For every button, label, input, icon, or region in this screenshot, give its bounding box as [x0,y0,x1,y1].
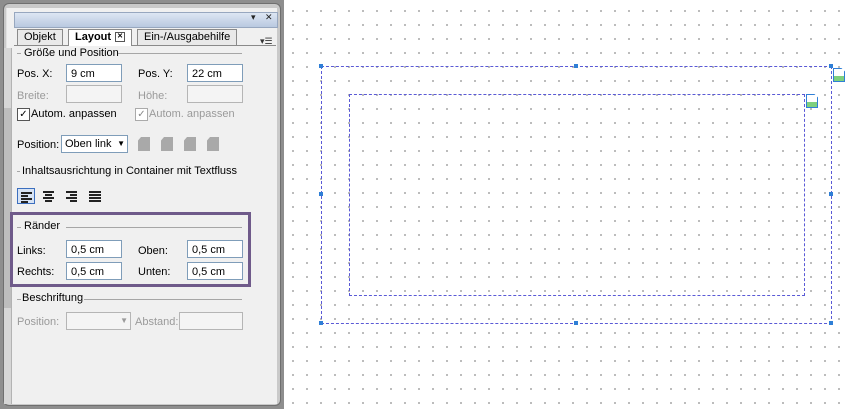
doc-align-bottom-right-icon[interactable] [207,137,219,151]
margins-heading: Ränder [24,220,61,232]
tab-label: Objekt [24,31,56,43]
pos-x-input[interactable]: 9 cm [66,64,122,82]
panel-close-button[interactable]: ✕ [265,12,273,23]
caption-heading: Beschriftung [22,292,84,304]
resize-handle-bottom[interactable] [574,321,578,325]
margin-left-label: Links: [17,245,46,257]
width-label: Breite: [17,90,49,102]
size-position-heading: Größe und Position [24,47,119,59]
doc-align-bottom-left-icon[interactable] [184,137,196,151]
height-input[interactable] [187,85,243,103]
resize-handle-left[interactable] [319,192,323,196]
resize-handle-right[interactable] [829,192,833,196]
tab-objekt[interactable]: Objekt [17,29,63,45]
panel-dropdown-button[interactable]: ▾ [251,12,256,23]
inner-margin-frame [349,94,805,296]
resize-handle-bottom-right[interactable] [829,321,833,325]
section-divider [84,299,242,300]
position-select[interactable]: Oben link ▼ [61,135,128,153]
margin-right-input[interactable]: 0,5 cm [66,262,122,280]
autofit2-label: Autom. anpassen [149,108,235,120]
resize-handle-top-left[interactable] [319,64,323,68]
tab-label: Layout [75,31,112,43]
resize-handle-top[interactable] [574,64,578,68]
pos-x-label: Pos. X: [17,68,53,80]
section-divider [17,53,21,54]
height-label: Höhe: [138,90,168,102]
margin-bottom-input[interactable]: 0,5 cm [187,262,243,280]
pos-y-input[interactable]: 22 cm [187,64,243,82]
align-left-button[interactable] [17,188,35,204]
tab-label: Ein-/Ausgabehilfe [144,31,231,43]
section-divider [17,171,20,172]
resize-handle-top-right[interactable] [829,64,833,68]
caption-distance-input[interactable] [179,312,243,330]
align-center-button[interactable] [40,188,58,204]
margin-right-label: Rechts: [17,266,55,278]
margin-top-label: Oben: [138,245,168,257]
section-divider [17,227,21,228]
section-divider [66,227,242,228]
position-label: Position: [17,139,60,151]
margin-bottom-label: Unten: [138,266,171,278]
margin-top-input[interactable]: 0,5 cm [187,240,243,258]
tab-strip-border [14,45,276,46]
doc-align-top-left-icon[interactable] [138,137,150,151]
caption-position-label: Position: [17,316,60,328]
tab-close-icon[interactable]: ✕ [115,32,126,43]
align-right-button[interactable] [63,188,81,204]
panel-menu-icon[interactable]: ▾☰ [260,36,273,47]
autofit-label: Autom. anpassen [31,108,117,120]
align-justify-button[interactable] [86,188,104,204]
autofit2-checkbox[interactable]: ✓ [135,108,148,121]
margin-left-input[interactable]: 0,5 cm [66,240,122,258]
resize-handle-bottom-left[interactable] [319,321,323,325]
section-divider [17,299,21,300]
chevron-down-icon: ▼ [117,139,125,148]
pos-y-label: Pos. Y: [138,68,173,80]
panel-titlebar[interactable]: ▾ ✕ [14,12,278,28]
doc-align-top-right-icon[interactable] [161,137,173,151]
caption-position-select[interactable]: ▼ [66,312,131,330]
autofit-checkbox[interactable]: ✓ [17,108,30,121]
caption-distance-label: Abstand: [135,316,179,328]
chevron-down-icon: ▼ [120,316,128,325]
alignment-heading: Inhaltsausrichtung in Container mit Text… [22,165,238,177]
tab-ein-ausgabehilfe[interactable]: Ein-/Ausgabehilfe [137,29,238,45]
inner-frame-doc-icon[interactable] [806,94,818,108]
tab-layout[interactable]: Layout ✕ [68,29,133,46]
position-select-value: Oben link [65,138,112,150]
width-input[interactable] [66,85,122,103]
section-divider [118,53,242,54]
outer-frame-doc-icon[interactable] [833,68,845,82]
